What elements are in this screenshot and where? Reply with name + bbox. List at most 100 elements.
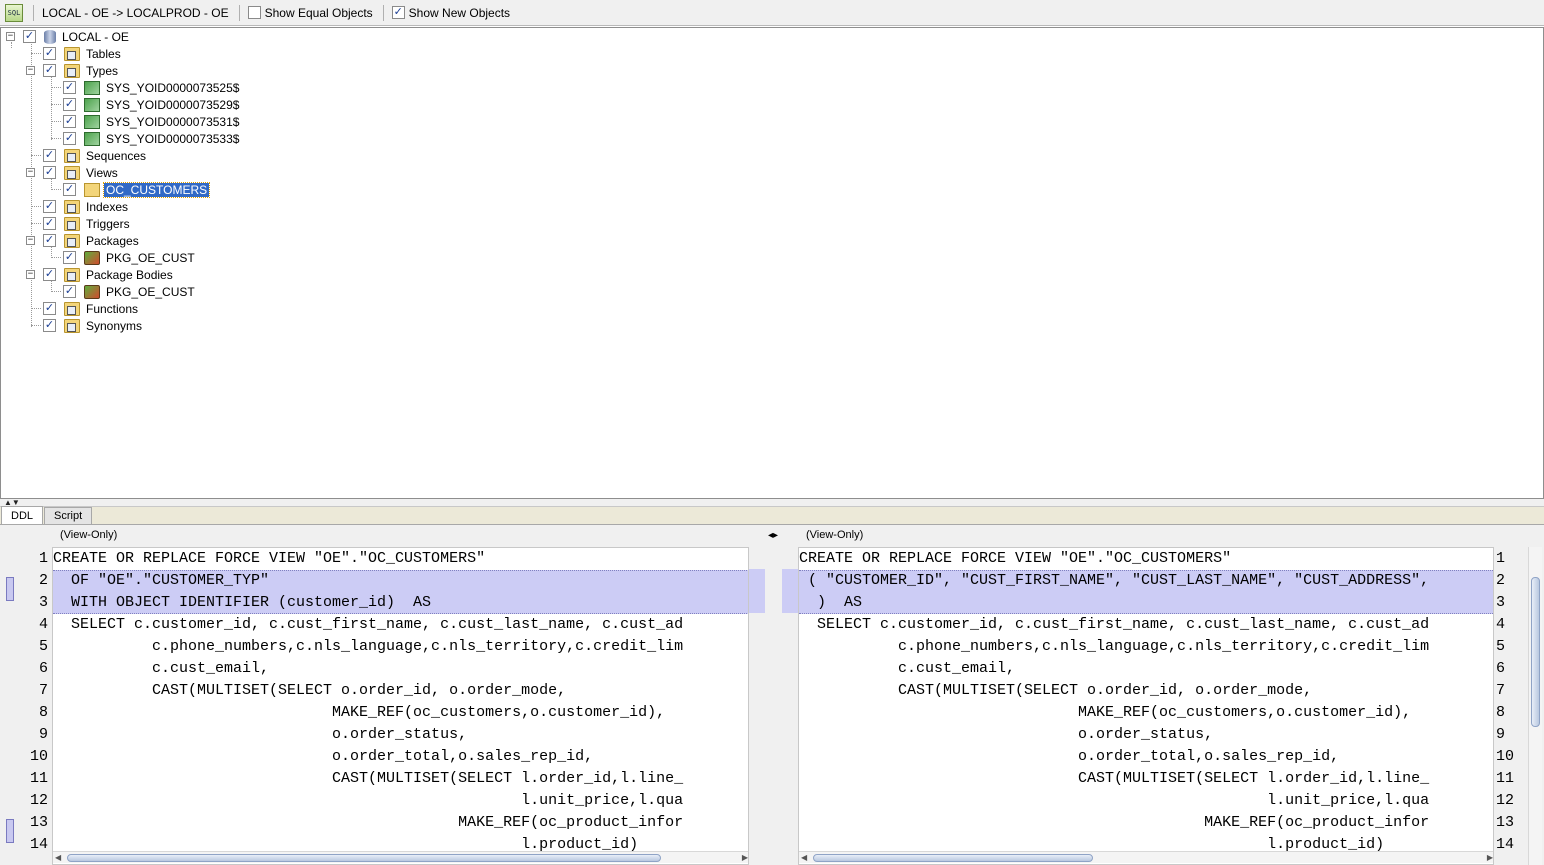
- tree-node-packages[interactable]: − Packages: [1, 232, 141, 249]
- tree-node-package-item[interactable]: PKG_OE_CUST: [1, 249, 197, 266]
- tree-node-synonyms[interactable]: Synonyms: [1, 317, 144, 334]
- tree-node-label: PKG_OE_CUST: [106, 284, 195, 299]
- tree-node-views[interactable]: − Views: [1, 164, 120, 181]
- tree-node-label: Functions: [86, 301, 139, 316]
- checkbox-icon[interactable]: [43, 149, 56, 162]
- diff-overview-marker[interactable]: [6, 577, 14, 601]
- tree-node-type-item[interactable]: SYS_YOID0000073525$: [1, 79, 241, 96]
- checkbox-icon[interactable]: [63, 81, 76, 94]
- tree-node-label: SYS_YOID0000073531$: [106, 114, 240, 129]
- toolbar: SQL LOCAL - OE -> LOCALPROD - OE Show Eq…: [0, 0, 1544, 26]
- right-code-line: CAST(MULTISET(SELECT l.order_id,l.line_: [799, 770, 1430, 787]
- scrollbar-thumb[interactable]: [1531, 577, 1540, 727]
- checkbox-icon[interactable]: [43, 200, 56, 213]
- checkbox-icon[interactable]: [23, 30, 36, 43]
- collapse-toggle[interactable]: −: [26, 168, 35, 177]
- checkbox-icon[interactable]: [63, 183, 76, 196]
- tree-node-label: Package Bodies: [86, 267, 173, 282]
- scrollbar-thumb[interactable]: [813, 854, 1093, 862]
- panel-splitter[interactable]: ▲▼: [0, 499, 1544, 507]
- tree-node-label: Triggers: [86, 216, 130, 231]
- checkbox-icon[interactable]: [63, 115, 76, 128]
- checkbox-icon[interactable]: [43, 166, 56, 179]
- diff-connector: [782, 569, 798, 613]
- right-line-number: 2: [1496, 572, 1506, 589]
- left-code-line: l.unit_price,l.qua: [53, 792, 684, 809]
- synonyms-folder-icon: [64, 318, 80, 333]
- scroll-left-icon[interactable]: ◀: [55, 852, 61, 864]
- scroll-left-icon[interactable]: ◀: [801, 852, 807, 864]
- collapse-toggle[interactable]: −: [26, 270, 35, 279]
- vertical-scrollbar[interactable]: [1528, 547, 1542, 865]
- checkbox-icon[interactable]: [63, 132, 76, 145]
- checkbox-icon[interactable]: [43, 302, 56, 315]
- tables-folder-icon: [64, 46, 80, 61]
- tree-node-root[interactable]: − LOCAL - OE: [1, 28, 131, 45]
- checkbox-icon[interactable]: [43, 234, 56, 247]
- indexes-folder-icon: [64, 199, 80, 214]
- tree-node-view-item[interactable]: OC_CUSTOMERS: [1, 181, 211, 198]
- checkbox-icon[interactable]: [43, 47, 56, 60]
- right-code-line: c.phone_numbers,c.nls_language,c.nls_ter…: [799, 638, 1430, 655]
- tree-node-label: Tables: [86, 46, 121, 61]
- checkbox-icon[interactable]: [391, 6, 405, 19]
- triggers-folder-icon: [64, 216, 80, 231]
- tree-node-sequences[interactable]: Sequences: [1, 147, 148, 164]
- package-body-icon: [84, 284, 100, 299]
- swap-arrows-icon[interactable]: ◂▸: [768, 530, 778, 541]
- sql-icon[interactable]: SQL: [5, 3, 23, 22]
- left-code-pane[interactable]: CREATE OR REPLACE FORCE VIEW "OE"."OC_CU…: [52, 547, 749, 865]
- right-line-number: 9: [1496, 726, 1506, 743]
- checkbox-icon[interactable]: [247, 6, 261, 19]
- tree-node-tables[interactable]: Tables: [1, 45, 123, 62]
- tree-node-indexes[interactable]: Indexes: [1, 198, 130, 215]
- tree-node-label: Views: [86, 165, 118, 180]
- checkbox-icon[interactable]: [43, 319, 56, 332]
- tree-connector: [51, 138, 61, 139]
- tree-node-package-bodies[interactable]: − Package Bodies: [1, 266, 175, 283]
- show-new-objects-checkbox[interactable]: Show New Objects: [391, 5, 511, 20]
- tab-ddl[interactable]: DDL: [1, 506, 44, 524]
- sequences-folder-icon: [64, 148, 80, 163]
- tree-node-label: PKG_OE_CUST: [106, 250, 195, 265]
- show-new-objects-label: Show New Objects: [408, 5, 511, 20]
- checkbox-icon[interactable]: [63, 251, 76, 264]
- tree-connector: [51, 257, 61, 258]
- checkbox-icon[interactable]: [43, 64, 56, 77]
- left-horizontal-scrollbar[interactable]: ◀ ▶: [53, 851, 748, 864]
- tab-script[interactable]: Script: [44, 507, 93, 524]
- checkbox-icon[interactable]: [63, 98, 76, 111]
- tree-node-type-item[interactable]: SYS_YOID0000073529$: [1, 96, 241, 113]
- right-code-pane[interactable]: CREATE OR REPLACE FORCE VIEW "OE"."OC_CU…: [798, 547, 1494, 865]
- scroll-right-icon[interactable]: ▶: [742, 852, 748, 864]
- checkbox-icon[interactable]: [43, 268, 56, 281]
- diff-overview-marker[interactable]: [6, 819, 14, 843]
- collapse-toggle[interactable]: −: [6, 32, 15, 41]
- left-code-line: o.order_total,o.sales_rep_id,: [53, 748, 594, 765]
- left-pane-header: (View-Only): [60, 529, 118, 541]
- object-tree[interactable]: − LOCAL - OE Tables − Types SYS_YOID0000…: [0, 27, 1544, 499]
- right-code-line: l.unit_price,l.qua: [799, 792, 1430, 809]
- checkbox-icon[interactable]: [63, 285, 76, 298]
- collapse-toggle[interactable]: −: [26, 66, 35, 75]
- scrollbar-thumb[interactable]: [67, 854, 661, 862]
- tree-node-package-body-item[interactable]: PKG_OE_CUST: [1, 283, 197, 300]
- tree-node-type-item[interactable]: SYS_YOID0000073531$: [1, 113, 241, 130]
- right-code-line: o.order_status,: [799, 726, 1214, 743]
- tree-node-type-item[interactable]: SYS_YOID0000073533$: [1, 130, 241, 147]
- tree-node-triggers[interactable]: Triggers: [1, 215, 132, 232]
- tab-label: Script: [54, 510, 83, 522]
- right-horizontal-scrollbar[interactable]: ◀ ▶: [799, 851, 1493, 864]
- collapse-toggle[interactable]: −: [26, 236, 35, 245]
- right-code-line: MAKE_REF(oc_customers,o.customer_id),: [799, 704, 1412, 721]
- tree-node-label: SYS_YOID0000073533$: [106, 131, 240, 146]
- scroll-right-icon[interactable]: ▶: [1487, 852, 1493, 864]
- left-line-number: 5: [38, 638, 48, 655]
- right-line-number: 13: [1496, 814, 1515, 831]
- checkbox-icon[interactable]: [43, 217, 56, 230]
- left-line-number: 9: [38, 726, 48, 743]
- tree-node-types[interactable]: − Types: [1, 62, 120, 79]
- tree-node-functions[interactable]: Functions: [1, 300, 140, 317]
- left-code-line: CAST(MULTISET(SELECT o.order_id, o.order…: [53, 682, 567, 699]
- show-equal-objects-checkbox[interactable]: Show Equal Objects: [247, 6, 373, 20]
